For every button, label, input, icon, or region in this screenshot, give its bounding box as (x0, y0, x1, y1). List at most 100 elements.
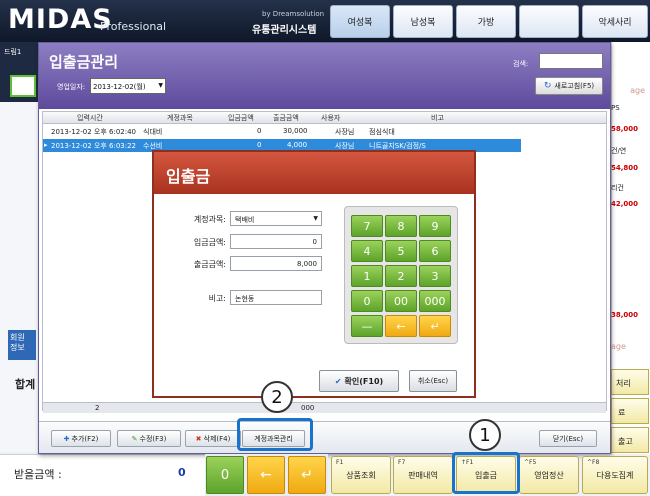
key-3[interactable]: 3 (419, 265, 451, 287)
dialog-header: 입출금관리 영업일자: 2013-12-02(월) ▼ 검색: ↻ 새로고침(F… (39, 43, 610, 109)
key-9[interactable]: 9 (419, 215, 451, 237)
dialog-toolbar: ✚ 추가(F2) ✎ 수정(F3) ✖ 삭제(F4) 계정과목관리 닫기(Esc… (39, 421, 610, 453)
table-row[interactable]: 2013-12-02 오후 6:02:40 식대비 0 30,000 사장님 점… (43, 125, 521, 138)
right-text: 리건 (611, 184, 624, 192)
daily-settlement-button[interactable]: ^F5 영업정산 (519, 456, 579, 494)
search-label: 검색: (513, 60, 529, 68)
business-date-value: 2013-12-02(월) (93, 83, 146, 91)
right-text: 건/연 (611, 147, 627, 155)
key-000[interactable]: 000 (419, 290, 451, 312)
key-00[interactable]: 00 (385, 290, 417, 312)
category-bag-button[interactable]: 가방 (456, 5, 516, 38)
enter-key-icon[interactable]: ↵ (419, 315, 451, 337)
delete-icon: ✖ (195, 434, 202, 443)
account-select[interactable]: 택배비 ▼ (230, 211, 322, 226)
callout-highlight-1 (452, 452, 520, 494)
note-input[interactable]: 논현동 (230, 290, 322, 305)
close-button[interactable]: 닫기(Esc) (539, 430, 597, 447)
account-label: 계정과목: (193, 215, 226, 224)
member-info-tab[interactable]: 회원 정보 (8, 330, 36, 360)
cell-deposit: 0 (257, 141, 262, 149)
left-panel (0, 102, 38, 452)
callout-number-1: 1 (469, 419, 501, 451)
right-fee-button[interactable]: 료 (611, 398, 649, 424)
cell-time: 2013-12-02 오후 6:02:40 (51, 128, 136, 136)
col-header-account: 계정과목 (167, 114, 193, 122)
confirm-label: 확인(F10) (344, 376, 384, 386)
multi-summary-button[interactable]: ^F8 다용도집계 (582, 456, 648, 494)
category-men-button[interactable]: 남성복 (393, 5, 453, 38)
col-header-user: 사용자 (321, 114, 341, 122)
background-input (10, 75, 36, 97)
key-1[interactable]: 1 (351, 265, 383, 287)
key-4[interactable]: 4 (351, 240, 383, 262)
business-date-select[interactable]: 2013-12-02(월) ▼ (90, 78, 166, 94)
right-value: 38,000 (611, 311, 639, 319)
cell-note: 점심식대 (369, 128, 395, 136)
fkey-label: 다용도집계 (596, 470, 634, 480)
category-accessory-button[interactable]: 악세사리 (582, 5, 648, 38)
footer-total: 000 (301, 404, 315, 412)
account-value: 택배비 (235, 216, 255, 224)
key-5[interactable]: 5 (385, 240, 417, 262)
fkey-label: 상품조회 (346, 470, 376, 480)
col-header-withdraw: 출금금액 (273, 114, 299, 122)
cancel-button[interactable]: 취소(Esc) (409, 370, 457, 392)
top-bar: MIDAS Professional by Dreamsolution 유통관리… (0, 0, 650, 42)
brand-name: 유통관리시스템 (252, 25, 317, 36)
cell-withdraw: 30,000 (283, 127, 308, 135)
category-women-button[interactable]: 여성복 (330, 5, 390, 38)
received-value: 0 (178, 466, 186, 479)
chevron-down-icon: ▼ (158, 82, 163, 89)
category-empty-button[interactable] (519, 5, 579, 38)
minus-key[interactable]: — (351, 315, 383, 337)
right-text: age (630, 86, 645, 95)
key-2[interactable]: 2 (385, 265, 417, 287)
right-text: age (611, 342, 626, 351)
col-header-deposit: 입금금액 (228, 114, 254, 122)
withdraw-amount-input[interactable]: 8,000 (230, 256, 322, 271)
footer-count: 2 (95, 404, 100, 412)
right-process-button[interactable]: 처리 (611, 369, 649, 395)
key-8[interactable]: 8 (385, 215, 417, 237)
cash-entry-popup: 입출금 계정과목: 택배비 ▼ 입금금액: 0 출금금액: 8,000 비고: … (152, 150, 476, 398)
grid-header: 입력시간 계정과목 입금금액 출금금액 사용자 비고 (43, 112, 606, 124)
edit-button[interactable]: ✎ 수정(F3) (117, 430, 181, 447)
key-6[interactable]: 6 (419, 240, 451, 262)
refresh-button[interactable]: ↻ 새로고침(F5) (535, 77, 603, 95)
fkey-hint: F1 (336, 459, 344, 466)
brand-small: by Dreamsolution (262, 10, 325, 18)
total-label: 합계 (15, 378, 36, 391)
add-button[interactable]: ✚ 추가(F2) (51, 430, 111, 447)
received-label: 받을금액 : (14, 468, 62, 481)
deposit-amount-input[interactable]: 0 (230, 234, 322, 249)
add-label: 추가(F2) (71, 434, 99, 443)
cell-deposit: 0 (257, 127, 262, 135)
product-search-button[interactable]: F1 상품조회 (331, 456, 391, 494)
confirm-button[interactable]: ✔ 확인(F10) (319, 370, 399, 392)
bottom-key-0[interactable]: 0 (206, 456, 244, 494)
key-0[interactable]: 0 (351, 290, 383, 312)
dialog-title: 입출금관리 (49, 53, 119, 71)
fkey-hint: ^F5 (524, 459, 537, 466)
refresh-label: 새로고침(F5) (554, 82, 595, 90)
edit-label: 수정(F3) (139, 434, 167, 443)
cell-time: 2013-12-02 오후 6:03:22 (51, 142, 136, 150)
bottom-enter-icon[interactable]: ↵ (288, 456, 326, 494)
delete-button[interactable]: ✖ 삭제(F4) (185, 430, 241, 447)
grid-footer: 2 000 (43, 402, 606, 413)
cell-withdraw: 4,000 (287, 141, 308, 149)
check-icon: ✔ (334, 376, 342, 386)
backspace-key-icon[interactable]: ← (385, 315, 417, 337)
right-shipping-button[interactable]: 출고 (611, 427, 649, 453)
col-header-time: 입력시간 (77, 114, 103, 122)
close-label: 닫기(Esc) (552, 434, 584, 443)
pencil-icon: ✎ (131, 434, 138, 443)
key-7[interactable]: 7 (351, 215, 383, 237)
search-input[interactable] (539, 53, 603, 69)
note-label: 비고: (208, 294, 226, 303)
callout-number-2: 2 (261, 381, 293, 413)
right-value: 54,800 (611, 164, 639, 172)
bottom-backspace-icon[interactable]: ← (247, 456, 285, 494)
sales-history-button[interactable]: F7 판매내역 (393, 456, 453, 494)
